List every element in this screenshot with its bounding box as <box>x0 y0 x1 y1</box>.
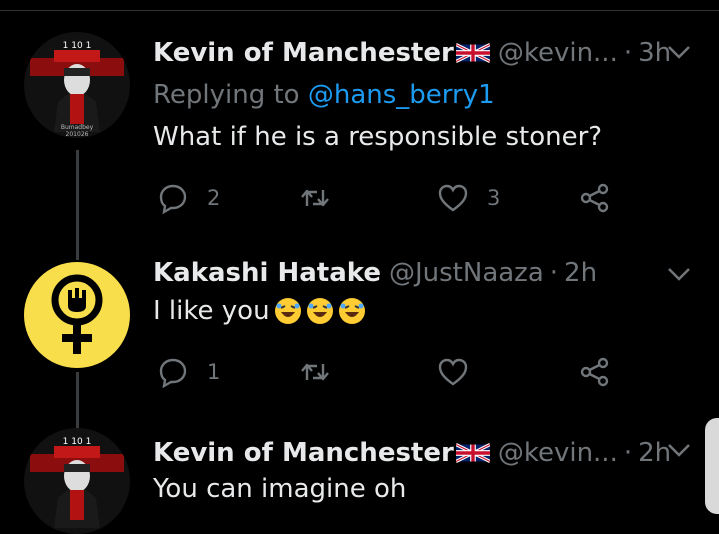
handle[interactable]: @kevin... <box>498 438 618 468</box>
replying-to: Replying to @hans_berry1 <box>153 80 495 110</box>
replying-to-link[interactable]: @hans_berry1 <box>308 80 495 110</box>
tweet-text-content: I like you <box>153 296 270 326</box>
handle[interactable]: @kevin... <box>498 38 618 68</box>
display-name[interactable]: Kakashi Hatake <box>153 258 381 288</box>
like-button[interactable] <box>437 352 469 392</box>
separator-dot: · <box>623 38 633 68</box>
timestamp[interactable]: 2h <box>564 258 597 288</box>
reply-count: 1 <box>207 360 221 384</box>
avatar-top-text: 1 10 1 <box>63 437 92 447</box>
reply-icon <box>159 184 187 214</box>
avatar-kevin[interactable]: 1 10 1 <box>24 32 130 138</box>
rolling-laughing-emoji <box>306 298 333 324</box>
tweet-header: Kakashi Hatake @JustNaaza · 2h <box>153 256 699 290</box>
retweet-icon <box>301 363 329 381</box>
tweet-text: I like you <box>153 296 366 326</box>
rolling-laughing-emoji <box>274 298 301 324</box>
avatar-kevin[interactable]: 1 10 1 <box>24 428 130 534</box>
like-button[interactable]: 3 <box>437 178 500 218</box>
reply-button[interactable]: 2 <box>157 178 220 218</box>
tweet-header: Kevin of Manchester @kevin... · 2h <box>153 436 699 470</box>
uk-flag-icon <box>455 442 490 464</box>
share-icon <box>580 357 609 387</box>
scrollbar-thumb[interactable] <box>705 418 719 514</box>
avatar-caption: Bumadbey 201026 <box>52 124 102 138</box>
chevron-down-icon[interactable] <box>665 440 693 460</box>
uk-flag-icon <box>455 42 490 64</box>
chevron-down-icon[interactable] <box>665 264 693 284</box>
tweet-text: You can imagine oh <box>153 474 407 504</box>
handle[interactable]: @JustNaaza <box>389 258 544 288</box>
display-name[interactable]: Kevin of Manchester <box>153 38 454 68</box>
retweet-button[interactable] <box>299 178 331 218</box>
share-button[interactable] <box>579 178 611 218</box>
separator-dot: · <box>549 258 559 288</box>
like-icon <box>438 184 468 212</box>
rolling-laughing-emoji <box>338 298 365 324</box>
thread-line <box>76 150 79 260</box>
reply-count: 2 <box>207 186 221 210</box>
tweet-header: Kevin of Manchester @kevin... · 3h <box>153 36 699 70</box>
tweet-text: What if he is a responsible stoner? <box>153 122 603 152</box>
retweet-button[interactable] <box>299 352 331 392</box>
avatar-kakashi[interactable] <box>24 262 130 368</box>
chevron-down-icon[interactable] <box>665 42 693 62</box>
avatar-caption-line-2: 201026 <box>65 131 89 138</box>
reply-button[interactable]: 1 <box>157 352 220 392</box>
reply-icon <box>159 358 187 388</box>
like-count: 3 <box>487 186 501 210</box>
retweet-icon <box>301 189 329 207</box>
share-icon <box>580 183 609 213</box>
separator-dot: · <box>623 438 633 468</box>
tweet-actions: 1 <box>153 352 623 392</box>
avatar-top-text: 1 10 1 <box>63 41 92 51</box>
top-divider <box>0 10 719 11</box>
tweet-actions: 2 3 <box>153 178 623 218</box>
like-icon <box>438 358 468 386</box>
share-button[interactable] <box>579 352 611 392</box>
thread-line <box>76 372 79 434</box>
replying-label: Replying to <box>153 80 300 110</box>
display-name[interactable]: Kevin of Manchester <box>153 438 454 468</box>
avatar-caption-line-1: Bumadbey <box>60 124 94 131</box>
